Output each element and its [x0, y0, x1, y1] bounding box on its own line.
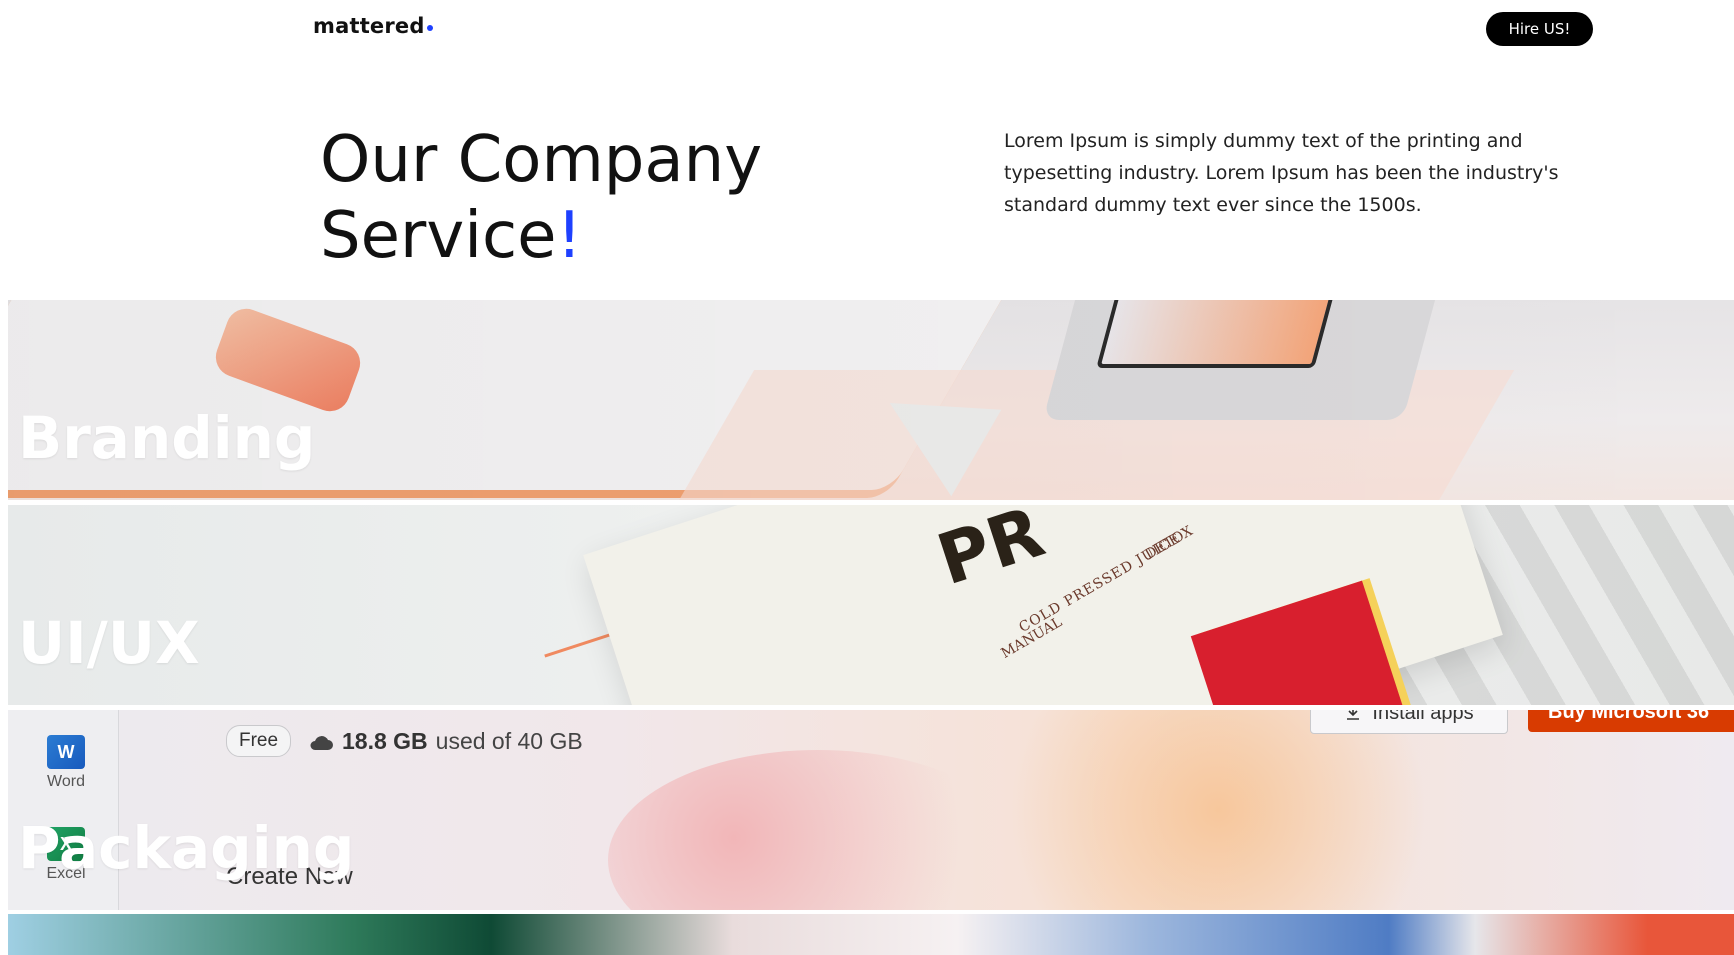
storage-rest: used of 40 GB [435, 728, 583, 754]
word-label: Word [47, 773, 85, 790]
hire-us-button[interactable]: Hire US! [1486, 12, 1593, 46]
service-packaging[interactable]: W Word X Excel Free 18.8 GB used of 40 G… [8, 710, 1734, 910]
plan-badge: Free [226, 725, 292, 757]
storage-used: 18.8 GB [342, 728, 428, 754]
cloud-icon [310, 735, 333, 750]
download-icon [1347, 710, 1360, 720]
service-next[interactable] [8, 914, 1734, 955]
service-branding[interactable]: Branding [8, 300, 1734, 500]
logo-dot-icon [426, 25, 433, 31]
service-uiux[interactable]: PR COLD PRESSED JUICE DETOX MANUAL UI/UX [8, 505, 1734, 705]
storage-status: 18.8 GB used of 40 GB [308, 728, 583, 755]
install-apps-button: Install apps [1310, 710, 1508, 734]
service-label-packaging: Packaging [18, 814, 355, 882]
word-app: W Word [36, 735, 96, 791]
abstract-shape-image [958, 710, 1478, 910]
title-line-2: Service [320, 199, 557, 273]
service-label-branding: Branding [18, 404, 316, 472]
hero-description: Lorem Ipsum is simply dummy text of the … [1004, 130, 1559, 216]
word-icon: W [47, 735, 85, 769]
logo[interactable]: mattered [313, 14, 433, 38]
title-accent: ! [556, 199, 583, 273]
install-apps-label: Install apps [1372, 710, 1474, 724]
page-title: Our Company Service! [320, 122, 762, 274]
service-label-uiux: UI/UX [18, 609, 200, 677]
logo-text: mattered [313, 14, 425, 38]
buy-microsoft-button: Buy Microsoft 36 [1528, 710, 1734, 732]
title-line-1: Our Company [320, 123, 763, 197]
